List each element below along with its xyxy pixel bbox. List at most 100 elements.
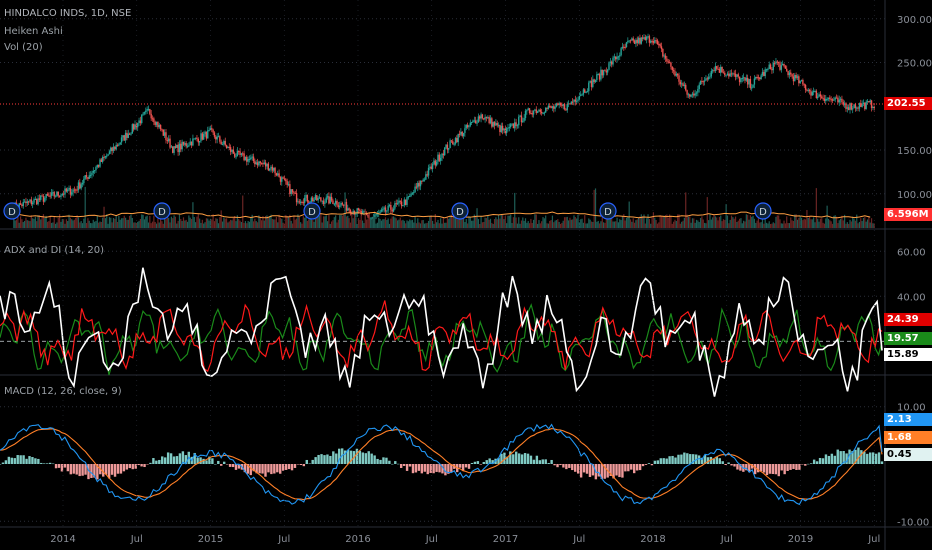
macd-histogram-bar [0, 464, 2, 465]
candle-body [174, 146, 177, 148]
chart-canvas[interactable]: 300.00 250.00 150.00 100.00 D D D D D D 60.00 40.00… [0, 0, 932, 550]
volume-bar [110, 217, 112, 228]
candle-body [613, 56, 616, 58]
macd-histogram-bar [296, 464, 300, 465]
candle-body [295, 193, 298, 203]
volume-bar [718, 217, 721, 228]
candle-body [40, 195, 42, 200]
candle-body [457, 133, 459, 143]
macd-histogram-bar [205, 460, 208, 464]
macd-histogram-bar [792, 464, 795, 469]
volume-bar [570, 219, 572, 228]
candle-body [601, 69, 603, 76]
candle-body [118, 144, 120, 146]
volume-bar [488, 219, 490, 228]
candle-body [703, 80, 706, 82]
candle-body [650, 40, 652, 43]
candle-body [407, 196, 410, 198]
macd-histogram-bar [314, 457, 317, 464]
volume-bar [196, 216, 198, 228]
macd-histogram-bar [830, 453, 834, 464]
macd-histogram-bar [110, 464, 114, 475]
volume-bar [44, 217, 46, 228]
volume-bar [423, 223, 426, 228]
volume-bar [497, 214, 500, 228]
volume-bar [546, 223, 548, 228]
volume-bar [379, 218, 381, 228]
volume-bar [774, 223, 776, 228]
volume-bar [98, 222, 100, 228]
volume-bar [145, 216, 147, 228]
macd-histogram-bar [553, 464, 556, 466]
candle-body [659, 44, 661, 47]
volume-bar [612, 221, 614, 228]
time-axis-tick: 2019 [788, 534, 813, 545]
volume-bar [745, 214, 747, 228]
candle-body [623, 46, 625, 48]
macd-histogram-bar [635, 464, 639, 471]
volume-bar [685, 192, 687, 228]
volume-bar [161, 221, 163, 228]
volume-bar [778, 215, 780, 228]
candle-body [841, 98, 843, 103]
candle-body [178, 143, 181, 153]
volume-bar [865, 221, 867, 228]
candle-body [357, 208, 360, 211]
volume-bar [444, 222, 446, 228]
volume-bar [798, 217, 800, 228]
volume-bar [205, 218, 207, 228]
macd-histogram-bar [565, 464, 568, 470]
candle-body [527, 108, 529, 111]
volume-bar [716, 217, 718, 228]
candle-body [783, 63, 785, 67]
macd-histogram-bar [48, 462, 52, 464]
volume-bar [384, 217, 387, 228]
volume-bar [481, 222, 484, 228]
volume-bar [321, 222, 323, 228]
volume-bar [398, 219, 400, 228]
candle-body [264, 162, 267, 167]
candle-body [456, 138, 458, 143]
candle-body [321, 200, 323, 202]
candle-body [588, 82, 590, 92]
volume-bar [448, 218, 450, 228]
candle-body [172, 146, 174, 153]
last-volume-badge: 6.596M [884, 208, 932, 221]
volume-bar [545, 215, 547, 228]
volume-bar [246, 223, 248, 228]
candle-body [693, 93, 695, 96]
candle-body [150, 113, 152, 119]
volume-bar [366, 219, 368, 228]
candle-body [439, 157, 442, 161]
volume-bar [755, 222, 757, 228]
candle-body [260, 163, 263, 165]
candle-body [830, 99, 832, 101]
volume-bar [326, 221, 329, 228]
candle-body [814, 90, 816, 92]
macd-histogram-bar [367, 451, 370, 464]
candle-body [680, 83, 683, 85]
candle-body [294, 192, 296, 194]
candle-body [530, 113, 532, 115]
macd-histogram-bar [615, 464, 618, 476]
candle-body [45, 193, 47, 198]
candle-body [163, 132, 166, 136]
macd-histogram-bar [25, 458, 28, 464]
candle-body [380, 209, 383, 212]
volume-bar [589, 219, 591, 228]
candle-body [93, 170, 96, 172]
candle-body [229, 147, 232, 152]
volume-bar [784, 223, 786, 228]
volume-bar [99, 221, 101, 228]
volume-bar [310, 219, 313, 228]
dividend-marker-label: D [308, 207, 316, 218]
candle-body [332, 200, 334, 205]
volume-bar [710, 219, 712, 228]
volume-bar [841, 215, 843, 228]
candle-body [30, 199, 33, 205]
macd-histogram-bar [7, 456, 11, 464]
candle-body [185, 143, 187, 147]
candle-body [473, 120, 476, 122]
volume-bar [48, 221, 50, 228]
macd-histogram-bar [161, 456, 164, 464]
